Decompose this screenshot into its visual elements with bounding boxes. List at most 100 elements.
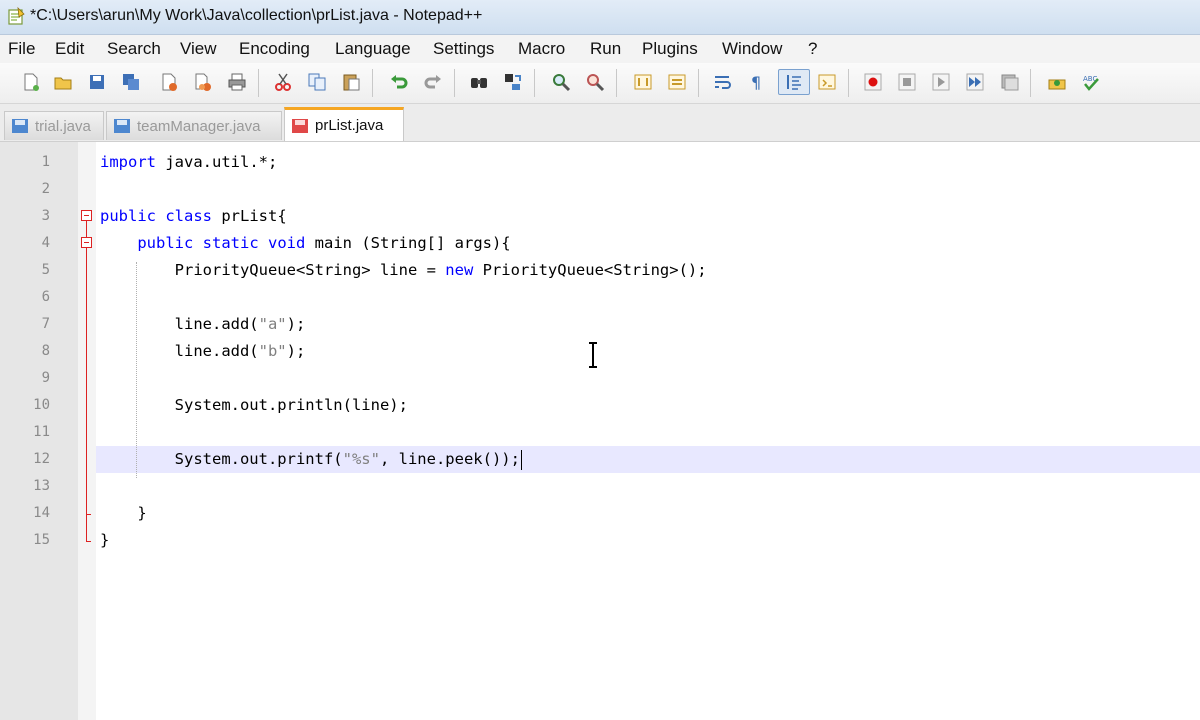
find-icon[interactable] (466, 69, 492, 95)
toolbar-separator (454, 69, 455, 97)
line-number: 14 (33, 505, 50, 521)
indent-guide-icon[interactable] (778, 69, 810, 95)
tab-label: trial.java (35, 117, 91, 135)
menu-view[interactable]: View (180, 39, 217, 59)
menu-language[interactable]: Language (335, 39, 411, 59)
menu-window[interactable]: Window (722, 39, 782, 59)
menu-bar: File Edit Search View Encoding Language … (0, 35, 1200, 63)
spell-check-icon[interactable]: ABC (1078, 69, 1104, 95)
unsaved-file-icon (292, 118, 308, 133)
code-line[interactable]: System.out.printf("%s", line.peek()); (100, 446, 520, 473)
cut-icon[interactable] (270, 69, 296, 95)
code-editor[interactable]: 1 2 3 4 5 6 7 8 9 10 11 12 13 14 15 impo… (0, 142, 1200, 720)
code-line[interactable]: public class prList{ (100, 203, 287, 230)
play-macro-icon[interactable] (928, 69, 954, 95)
title-bar: *C:\Users\arun\My Work\Java\collection\p… (0, 0, 1200, 35)
paste-icon[interactable] (338, 69, 364, 95)
save-macro-icon[interactable] (996, 69, 1022, 95)
menu-settings[interactable]: Settings (433, 39, 494, 59)
text-cursor-icon (589, 342, 597, 368)
tab-prlist-java[interactable]: prList.java (284, 107, 404, 141)
code-line[interactable]: public static void main (String[] args){ (100, 230, 510, 257)
menu-macro[interactable]: Macro (518, 39, 565, 59)
saved-file-icon (12, 119, 28, 133)
toolbar-separator (698, 69, 699, 97)
menu-search[interactable]: Search (107, 39, 161, 59)
line-number: 10 (33, 397, 50, 413)
toolbar-separator (372, 69, 373, 97)
fold-end-marker (86, 541, 91, 542)
notepadpp-logo-icon (8, 6, 25, 25)
fold-line (86, 221, 87, 237)
close-all-icon[interactable] (190, 69, 216, 95)
saved-file-icon (114, 119, 130, 133)
fold-margin[interactable] (78, 142, 96, 720)
save-all-icon[interactable] (118, 69, 144, 95)
menu-run[interactable]: Run (590, 39, 621, 59)
copy-icon[interactable] (304, 69, 330, 95)
tab-label: prList.java (315, 117, 384, 134)
replace-icon[interactable] (500, 69, 526, 95)
code-line[interactable]: PriorityQueue<String> line = new Priorit… (100, 257, 707, 284)
line-number: 12 (33, 451, 50, 467)
close-icon[interactable] (156, 69, 182, 95)
toolbar-separator (616, 69, 617, 97)
code-line[interactable]: } (100, 527, 109, 554)
open-file-icon[interactable] (50, 69, 76, 95)
sync-horizontal-icon[interactable] (664, 69, 690, 95)
record-macro-icon[interactable] (860, 69, 886, 95)
save-icon[interactable] (84, 69, 110, 95)
zoom-out-icon[interactable] (582, 69, 608, 95)
line-number: 1 (41, 154, 50, 170)
tab-label: teamManager.java (137, 117, 261, 135)
line-number: 11 (33, 424, 50, 440)
show-all-chars-icon[interactable]: ¶ (744, 69, 770, 95)
code-line[interactable]: line.add("b"); (100, 338, 306, 365)
line-number: 3 (41, 208, 50, 224)
menu-plugins[interactable]: Plugins (642, 39, 698, 59)
toolbar-separator (258, 69, 259, 97)
window-title: *C:\Users\arun\My Work\Java\collection\p… (30, 7, 483, 24)
line-number: 13 (33, 478, 50, 494)
new-file-icon[interactable] (18, 69, 44, 95)
toolbar: ¶ ABC (0, 63, 1200, 104)
toolbar-separator (848, 69, 849, 97)
line-number: 8 (41, 343, 50, 359)
line-number: 9 (41, 370, 50, 386)
code-line[interactable]: } (100, 500, 146, 527)
line-number: 7 (41, 316, 50, 332)
tab-trial-java[interactable]: trial.java (4, 111, 104, 140)
tab-bar: trial.java teamManager.java prList.java (0, 104, 1200, 142)
stop-macro-icon[interactable] (894, 69, 920, 95)
code-line[interactable]: import java.util.*; (100, 149, 277, 176)
plugin-icon[interactable] (1044, 69, 1070, 95)
menu-file[interactable]: File (8, 39, 35, 59)
fold-toggle-class[interactable] (81, 210, 92, 221)
user-language-icon[interactable] (814, 69, 840, 95)
line-number: 4 (41, 235, 50, 251)
menu-help[interactable]: ? (808, 39, 817, 59)
text-caret (521, 450, 522, 470)
line-number: 2 (41, 181, 50, 197)
fold-toggle-method[interactable] (81, 237, 92, 248)
toolbar-separator (534, 69, 535, 97)
zoom-in-icon[interactable] (548, 69, 574, 95)
code-line[interactable]: line.add("a"); (100, 311, 306, 338)
line-number: 15 (33, 532, 50, 548)
undo-icon[interactable] (386, 69, 412, 95)
word-wrap-icon[interactable] (710, 69, 736, 95)
run-macro-multiple-icon[interactable] (962, 69, 988, 95)
code-line[interactable]: System.out.println(line); (100, 392, 408, 419)
menu-encoding[interactable]: Encoding (239, 39, 310, 59)
print-icon[interactable] (224, 69, 250, 95)
redo-icon[interactable] (420, 69, 446, 95)
line-number: 6 (41, 289, 50, 305)
toolbar-separator (1030, 69, 1031, 97)
fold-end-marker (86, 514, 91, 515)
line-number: 5 (41, 262, 50, 278)
tab-team-manager-java[interactable]: teamManager.java (106, 111, 282, 140)
svg-text:¶: ¶ (751, 73, 761, 92)
sync-vertical-icon[interactable] (630, 69, 656, 95)
menu-edit[interactable]: Edit (55, 39, 84, 59)
fold-line (86, 248, 87, 542)
